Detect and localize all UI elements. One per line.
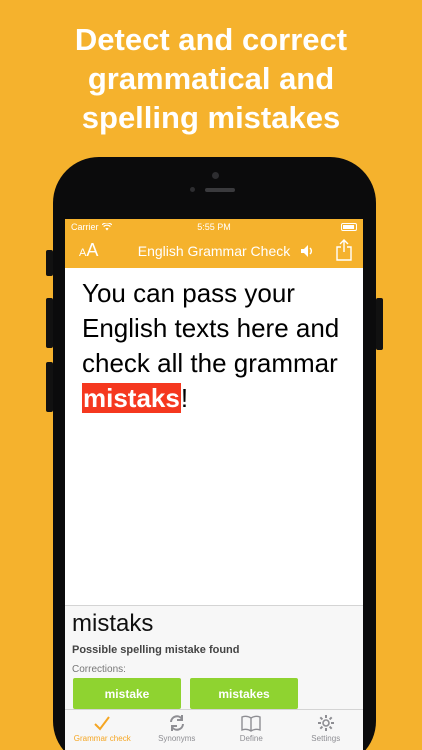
headline-line-3: spelling mistakes [81,100,341,135]
headline-line-1: Detect and correct [74,22,348,57]
nav-title: English Grammar Check [137,243,291,259]
book-icon [241,715,261,732]
editor-text-end: ! [180,383,189,413]
speaker-icon[interactable] [299,242,315,260]
status-time: 5:55 PM [197,221,231,232]
editor-text: You can pass your English texts here and… [82,278,340,378]
tab-bar: Grammar check Synonyms Define Settings [65,709,363,750]
error-highlight-word[interactable]: mistaks [82,383,181,413]
status-bar: Carrier 5:55 PM [65,219,363,234]
power-button [376,298,383,350]
tab-label: Define [239,734,263,743]
sync-icon [169,715,184,731]
tab-define[interactable]: Define [214,710,289,750]
app-screen: Carrier 5:55 PM AA English Grammar Check… [65,219,363,750]
sensor-dot [190,187,195,192]
volume-down-button [46,362,53,412]
tab-label: Grammar check [73,734,131,743]
gear-icon [317,715,334,731]
suggestion-button-mistakes[interactable]: mistakes [190,678,298,709]
tab-settings[interactable]: Settings [289,710,364,750]
headline: Detect and correct grammatical and spell… [0,20,422,137]
battery-icon [341,222,357,231]
tab-label: Synonyms [158,734,196,743]
mistake-message: Possible spelling mistake found [72,644,240,656]
earpiece-speaker [205,188,235,192]
headline-line-2: grammatical and [87,61,335,96]
correction-panel: mistaks Possible spelling mistake found … [65,605,363,709]
tab-grammar-check[interactable]: Grammar check [65,710,140,750]
mute-switch [46,250,53,276]
share-icon[interactable] [335,238,353,262]
tab-synonyms[interactable]: Synonyms [140,710,215,750]
corrections-label: Corrections: [72,664,126,675]
text-editor[interactable]: You can pass your English texts here and… [65,268,363,605]
front-camera [212,172,219,179]
volume-up-button [46,298,53,348]
checkmark-icon [94,716,111,731]
suggestion-button-mistake[interactable]: mistake [73,678,181,709]
nav-bar: AA English Grammar Check [65,234,363,268]
flagged-word: mistaks [72,610,154,637]
tab-label: Settings [311,734,341,743]
